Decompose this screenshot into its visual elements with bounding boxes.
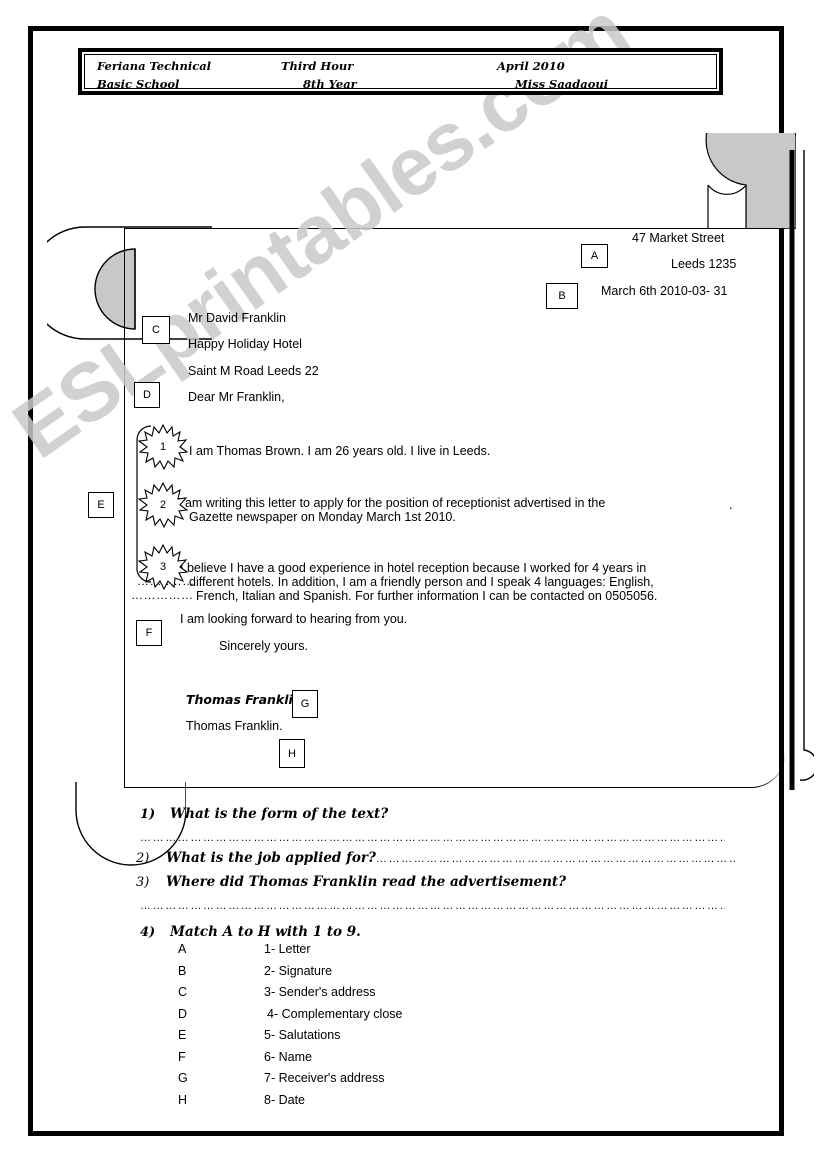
match-letter-e: E <box>178 1028 187 1042</box>
match-letter-a: A <box>178 942 187 956</box>
signature: Thomas Franklin. <box>186 692 307 707</box>
question-2-row: 2) What is the job applied for? ……………………… <box>136 850 736 866</box>
header-row-1: Feriana Technical Third Hour April 2010 <box>85 57 716 75</box>
answer-line-2[interactable]: …………………………………………………………………………………………………… <box>376 853 736 865</box>
header-table: Feriana Technical Third Hour April 2010 … <box>78 48 723 95</box>
question-1-row: 1) What is the form of the text? <box>140 806 388 822</box>
paragraph-1-line-1: I am Thomas Brown. I am 26 years old. I … <box>189 444 491 458</box>
recipient-name: Mr David Franklin <box>188 311 286 325</box>
question-2-text: What is the job applied for? <box>166 850 376 866</box>
question-2-number: 2) <box>136 851 150 866</box>
starburst-1: 1 <box>137 423 189 471</box>
sender-date: March 6th 2010-03- 31 <box>601 284 728 298</box>
starburst-3-number: 3 <box>159 561 167 573</box>
closing-line: I am looking forward to hearing from you… <box>180 612 408 626</box>
scroll-curl-top-right-icon <box>705 133 796 229</box>
leader-dots-2: …………… <box>131 588 194 602</box>
marker-box-f[interactable]: F <box>136 620 162 646</box>
marker-box-c[interactable]: C <box>142 316 170 344</box>
marker-box-h[interactable]: H <box>279 739 305 768</box>
header-teacher-line2: Miss Saadaoui <box>515 77 609 91</box>
question-3-row: 3) Where did Thomas Franklin read the ad… <box>136 874 566 890</box>
question-3-text: Where did Thomas Franklin read the adver… <box>166 874 567 890</box>
header-session-line2: 8th Year <box>303 77 357 91</box>
answer-line-3[interactable]: …………………………………………………………………………………………………………… <box>140 900 725 912</box>
question-4-row: 4) Match A to H with 1 to 9. <box>140 924 361 940</box>
match-item-2: 2- Signature <box>264 963 333 978</box>
starburst-3: 3 <box>137 543 189 591</box>
paragraph-2-line-2: Gazette newspaper on Monday March 1st 20… <box>189 510 456 524</box>
header-date-line1: April 2010 <box>497 59 565 73</box>
match-letter-h: H <box>178 1092 188 1107</box>
header-school-line2: Basic School <box>97 77 180 91</box>
match-item-1: 1- Letter <box>264 942 311 956</box>
match-letter-f: F <box>178 1049 186 1064</box>
match-item-5: 5- Salutations <box>264 1028 341 1042</box>
worksheet-page: Feriana Technical Third Hour April 2010 … <box>0 0 826 1169</box>
match-item-8: 8- Date <box>264 1092 305 1107</box>
paragraph-3-line-1: I believe I have a good experience in ho… <box>180 561 647 575</box>
question-4-text: Match A to H with 1 to 9. <box>170 924 361 940</box>
marker-box-d[interactable]: D <box>134 382 160 408</box>
marker-box-g[interactable]: G <box>292 690 318 718</box>
header-session-line1: Third Hour <box>281 59 354 73</box>
paragraph-2-stray-dot: . <box>729 498 733 512</box>
complementary-close: Sincerely yours. <box>219 639 308 653</box>
match-letter-b: B <box>178 963 187 978</box>
header-school-line1: Feriana Technical <box>97 59 212 73</box>
starburst-2-number: 2 <box>159 499 167 511</box>
paragraph-2-line-1: I am writing this letter to apply for th… <box>178 496 606 510</box>
match-letter-d: D <box>178 1006 188 1021</box>
answer-line-1[interactable]: …………………………………………………………………………………………………………… <box>140 832 725 844</box>
match-letter-g: G <box>178 1071 188 1085</box>
sender-city-code: Leeds 1235 <box>671 257 737 271</box>
question-4-number: 4) <box>140 925 156 940</box>
match-item-4: 4- Complementary close <box>267 1006 403 1021</box>
question-1-text: What is the form of the text? <box>170 806 389 822</box>
match-item-3: 3- Sender's address <box>264 985 376 999</box>
match-letter-c: C <box>178 985 188 999</box>
match-item-7: 7- Receiver's address <box>264 1071 385 1085</box>
paragraph-3-line-3: French, Italian and Spanish. For further… <box>196 589 658 603</box>
match-item-6: 6- Name <box>264 1049 312 1064</box>
starburst-2: 2 <box>137 481 189 529</box>
recipient-organisation: Happy Holiday Hotel <box>188 337 302 351</box>
marker-box-b[interactable]: B <box>546 283 578 309</box>
salutation: Dear Mr Franklin, <box>188 390 285 404</box>
recipient-address: Saint M Road Leeds 22 <box>188 364 319 378</box>
paragraph-3-line-2: different hotels. In addition, I am a fr… <box>189 575 654 589</box>
page-right-edge-line <box>789 150 814 790</box>
header-table-inner: Feriana Technical Third Hour April 2010 … <box>84 54 717 91</box>
sender-street: 47 Market Street <box>632 231 725 245</box>
starburst-1-number: 1 <box>159 441 167 453</box>
question-3-number: 3) <box>136 875 150 890</box>
header-row-2: Basic School 8th Year Miss Saadaoui <box>85 75 716 93</box>
typed-name: Thomas Franklin. <box>186 719 283 733</box>
marker-box-a[interactable]: A <box>581 244 608 268</box>
question-1-number: 1) <box>140 807 156 822</box>
marker-box-e[interactable]: E <box>88 492 114 518</box>
